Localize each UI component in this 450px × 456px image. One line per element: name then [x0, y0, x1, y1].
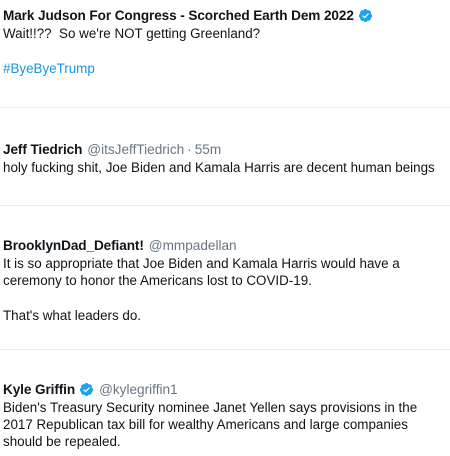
author-name[interactable]: Jeff Tiedrich: [3, 142, 82, 157]
separator-dot: ·: [187, 141, 192, 157]
author-name[interactable]: Mark Judson For Congress - Scorched Eart…: [3, 8, 354, 23]
author-handle[interactable]: @itsJeffTiedrich: [87, 142, 184, 157]
tweet-header: Mark Judson For Congress - Scorched Eart…: [3, 6, 444, 24]
tweet[interactable]: Kyle Griffin @kylegriffin1 Biden's Treas…: [0, 380, 450, 450]
tweet-feed: Mark Judson For Congress - Scorched Eart…: [0, 0, 450, 456]
divider: [0, 205, 450, 206]
tweet-text: Biden's Treasury Security nominee Janet …: [3, 400, 421, 449]
tweet-text: It is so appropriate that Joe Biden and …: [3, 256, 404, 288]
tweet-text: Wait!!?? So we're NOT getting Greenland?: [3, 26, 261, 41]
verified-badge-icon: [80, 382, 94, 396]
divider: [0, 349, 450, 350]
tweet-text-continued: That's what leaders do.: [3, 308, 142, 323]
tweet-text: holy fucking shit, Joe Biden and Kamala …: [3, 160, 435, 175]
author-handle[interactable]: @kylegriffin1: [99, 382, 178, 397]
author-handle[interactable]: @mmpadellan: [149, 238, 237, 253]
tweet-header: Kyle Griffin @kylegriffin1: [3, 380, 444, 398]
hashtag-link[interactable]: #ByeByeTrump: [3, 60, 444, 77]
timestamp[interactable]: 55m: [195, 142, 221, 157]
verified-badge-icon: [358, 8, 372, 22]
tweet-header: BrooklynDad_Defiant! @mmpadellan: [3, 236, 444, 254]
tweet[interactable]: Mark Judson For Congress - Scorched Eart…: [0, 6, 450, 77]
tweet-header: Jeff Tiedrich @itsJeffTiedrich · 55m: [3, 140, 444, 158]
tweet[interactable]: BrooklynDad_Defiant! @mmpadellan It is s…: [0, 236, 450, 324]
author-name[interactable]: BrooklynDad_Defiant!: [3, 238, 144, 253]
divider: [0, 107, 450, 108]
tweet[interactable]: Jeff Tiedrich @itsJeffTiedrich · 55m hol…: [0, 140, 450, 176]
author-name[interactable]: Kyle Griffin: [3, 382, 75, 397]
